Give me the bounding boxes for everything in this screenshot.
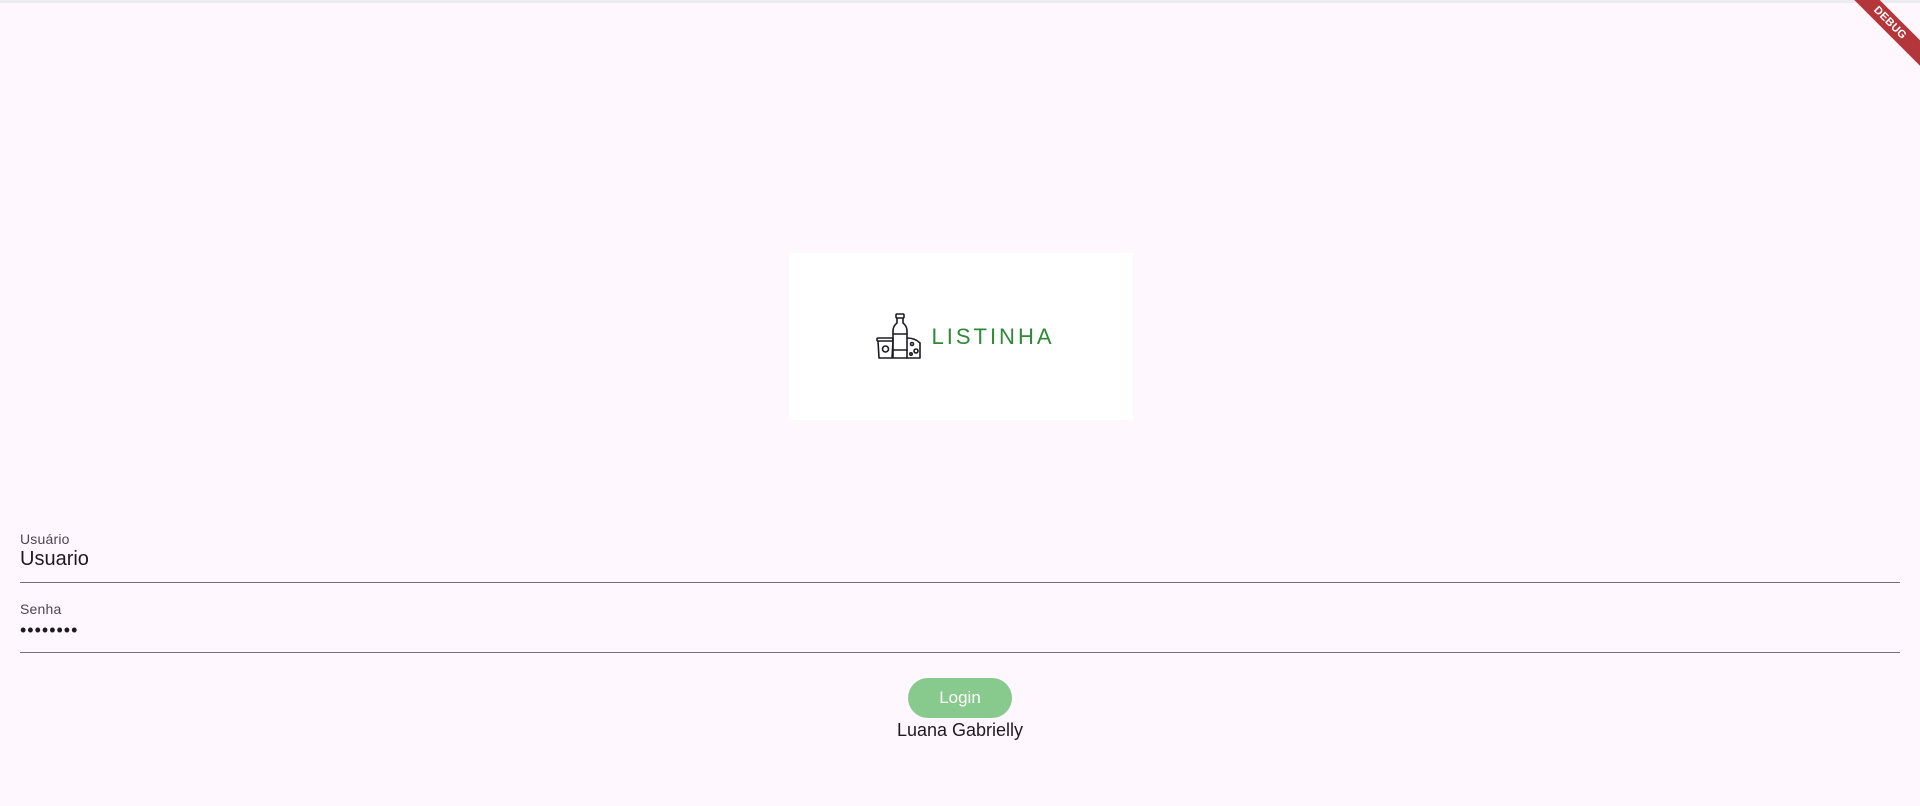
username-label: Usuário <box>20 531 70 547</box>
debug-ribbon-label: DEBUG <box>1841 0 1920 72</box>
logo-text: LISTINHA <box>931 323 1055 349</box>
debug-banner: DEBUG <box>1840 0 1920 80</box>
logo: LISTINHA <box>875 312 1054 362</box>
username-field[interactable]: Usuário <box>20 528 1900 583</box>
login-button[interactable]: Login <box>908 678 1012 718</box>
password-label: Senha <box>20 601 62 617</box>
logo-card: LISTINHA <box>789 253 1133 420</box>
password-field[interactable]: Senha •••••••• <box>20 598 1900 653</box>
author-name: Luana Gabrielly <box>896 720 1024 740</box>
password-input[interactable]: •••••••• <box>20 620 1900 641</box>
grocery-items-icon <box>876 312 922 359</box>
top-divider <box>0 0 1920 3</box>
username-input[interactable] <box>20 548 1900 571</box>
